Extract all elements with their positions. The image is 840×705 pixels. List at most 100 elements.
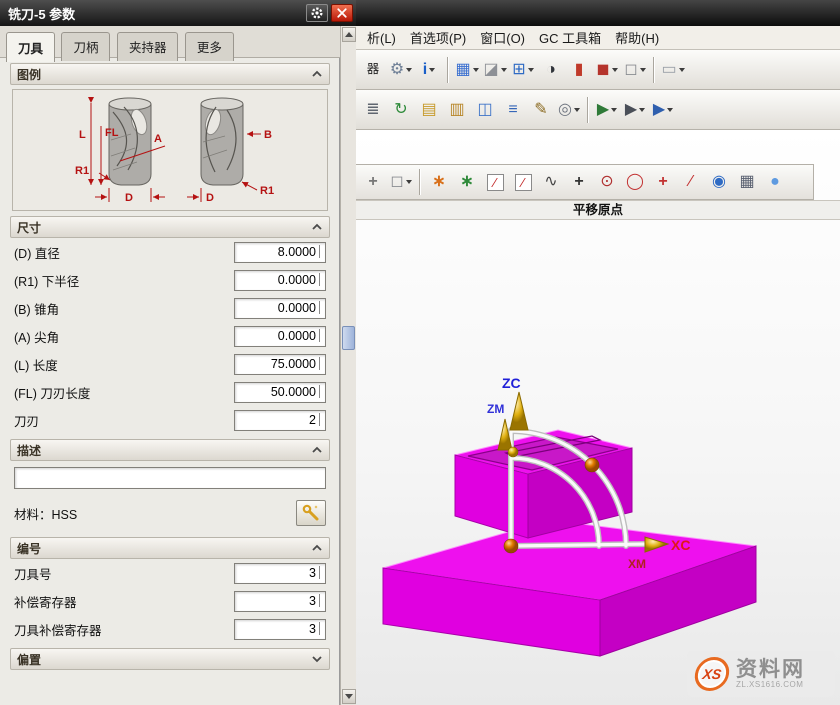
toolbar-point-construction: +◻∗∗∕∕∿+⊙◯+∕◉▦● <box>356 164 814 200</box>
red-capsule-icon[interactable]: ▮ <box>566 57 592 83</box>
tab-tool[interactable]: 刀具 <box>6 32 55 62</box>
flutes-input[interactable] <box>234 410 326 431</box>
dropdown-arrow-icon[interactable] <box>611 108 617 112</box>
menu-gc-toolbox[interactable]: GC 工具箱 <box>532 26 608 49</box>
section-header-legend[interactable]: 图例 <box>10 63 330 85</box>
stack-icon[interactable]: ≡ <box>500 97 526 123</box>
slash-icon[interactable]: ∕ <box>678 169 704 195</box>
dropdown-arrow-icon[interactable] <box>406 68 412 72</box>
shaded-cube-icon[interactable]: ⊞ <box>510 57 536 83</box>
background-icon[interactable]: ▭ <box>660 57 686 83</box>
circle-center-icon[interactable]: ⊙ <box>594 169 620 195</box>
menu-preferences[interactable]: 首选项(P) <box>403 26 473 49</box>
rotate-handle-icon[interactable]: ◯ <box>622 169 648 195</box>
dropdown-arrow-icon[interactable] <box>612 68 618 72</box>
point-icon[interactable]: + <box>566 169 592 195</box>
postprocess-icon[interactable]: ▶ <box>650 97 676 123</box>
dialog-titlebar[interactable]: 铣刀-5 参数 <box>0 0 356 26</box>
dropdown-arrow-icon[interactable] <box>473 68 479 72</box>
spline-icon[interactable]: ∿ <box>538 169 564 195</box>
chevron-down-icon[interactable] <box>311 654 323 664</box>
info-icon: i <box>423 62 427 78</box>
half-shade-sphere-icon[interactable]: ◑ <box>538 57 564 83</box>
chevron-up-icon[interactable] <box>311 69 323 79</box>
material-select-button[interactable] <box>296 500 326 526</box>
line-icon[interactable]: ∕ <box>482 169 508 195</box>
prism-icon[interactable]: ◪ <box>482 57 508 83</box>
scroll-up-button[interactable] <box>342 27 356 42</box>
flute-length-input[interactable] <box>234 382 326 403</box>
chevron-up-icon[interactable] <box>311 222 323 232</box>
dropdown-arrow-icon[interactable] <box>574 108 580 112</box>
section-header-dimensions[interactable]: 尺寸 <box>10 216 330 238</box>
menu-help[interactable]: 帮助(H) <box>608 26 666 49</box>
lower-radius-input[interactable] <box>234 270 326 291</box>
tab-more[interactable]: 更多 <box>185 32 234 61</box>
tab-shank[interactable]: 刀柄 <box>61 32 110 61</box>
dialog-scrollbar[interactable] <box>340 26 356 705</box>
pair-view-icon[interactable]: ◫ <box>472 97 498 123</box>
origin-tool-icon[interactable]: + <box>360 169 386 195</box>
length-input[interactable] <box>234 354 326 375</box>
info-icon[interactable]: i <box>416 57 442 83</box>
tool-number-input[interactable] <box>234 563 326 584</box>
diameter-input[interactable] <box>234 242 326 263</box>
globe-icon[interactable]: ◉ <box>706 169 732 195</box>
rotate-sphere-handle[interactable] <box>585 458 599 472</box>
taper-angle-input[interactable] <box>234 298 326 319</box>
dropdown-arrow-icon[interactable] <box>639 108 645 112</box>
tip-angle-input[interactable] <box>234 326 326 347</box>
dialog-close-button[interactable] <box>331 4 353 22</box>
red-cube-icon[interactable]: ◼ <box>594 57 620 83</box>
z-sphere-handle[interactable] <box>508 447 518 457</box>
dropdown-arrow-icon[interactable] <box>429 68 435 72</box>
target-icon[interactable]: ◎ <box>556 97 582 123</box>
xm-axis-label: XM <box>628 557 646 571</box>
scrollbar-thumb[interactable] <box>342 326 355 350</box>
point-constructor-icon[interactable]: ∗ <box>454 169 480 195</box>
cross-icon[interactable]: + <box>650 169 676 195</box>
clipped-filter-label[interactable]: 器 <box>360 57 386 83</box>
wire-cube-icon[interactable]: ◻ <box>622 57 648 83</box>
snap-tool-icon[interactable]: ⚙ <box>388 57 414 83</box>
section-header-numbering[interactable]: 编号 <box>10 537 330 559</box>
cross-icon: + <box>658 174 667 190</box>
tab-holder[interactable]: 夹持器 <box>117 32 179 61</box>
dropdown-arrow-icon[interactable] <box>501 68 507 72</box>
generate-icon[interactable]: ▶ <box>594 97 620 123</box>
chevron-up-icon[interactable] <box>311 543 323 553</box>
description-input[interactable] <box>14 467 326 489</box>
comp-register-input[interactable] <box>234 591 326 612</box>
dropdown-arrow-icon[interactable] <box>406 180 412 184</box>
sphere-icon[interactable]: ● <box>762 169 788 195</box>
scroll-down-button[interactable] <box>342 689 356 704</box>
graphics-viewport[interactable]: +◻∗∗∕∕∿+⊙◯+∕◉▦● 平移原点 <box>356 130 840 705</box>
zc-axis-arrow[interactable] <box>510 392 528 430</box>
main-window: 析(L) 首选项(P) 窗口(O) GC 工具箱 帮助(H) 器⚙i▦◪⊞◑▮◼… <box>356 0 840 705</box>
chevron-up-icon[interactable] <box>311 445 323 455</box>
verify-icon[interactable]: ▶ <box>622 97 648 123</box>
annotate-icon[interactable]: ✎ <box>528 97 554 123</box>
dim-label-D-left: D <box>125 192 133 204</box>
section-header-offset[interactable]: 偏置 <box>10 648 330 670</box>
dropdown-arrow-icon[interactable] <box>640 68 646 72</box>
layer-settings-icon[interactable]: ▥ <box>444 97 470 123</box>
dialog-options-button[interactable] <box>306 4 328 22</box>
menu-window[interactable]: 窗口(O) <box>473 26 532 49</box>
refresh-icon[interactable]: ↻ <box>388 97 414 123</box>
layers-icon[interactable]: ▤ <box>416 97 442 123</box>
menu-analysis[interactable]: 析(L) <box>360 26 403 49</box>
dropdown-arrow-icon[interactable] <box>667 108 673 112</box>
dropdown-arrow-icon[interactable] <box>679 68 685 72</box>
table-icon[interactable]: ▦ <box>734 169 760 195</box>
section-header-description[interactable]: 描述 <box>10 439 330 461</box>
checker-face-icon[interactable]: ▦ <box>454 57 480 83</box>
marquee-icon[interactable]: ◻ <box>388 169 414 195</box>
clipped-list-icon[interactable]: ≣ <box>360 97 386 123</box>
point-dialog-icon[interactable]: ∗ <box>426 169 452 195</box>
origin-sphere-handle[interactable] <box>504 539 518 553</box>
dropdown-arrow-icon[interactable] <box>528 68 534 72</box>
line-angle-icon[interactable]: ∕ <box>510 169 536 195</box>
tool-comp-register-input[interactable] <box>234 619 326 640</box>
part-base-slab[interactable] <box>383 520 756 656</box>
